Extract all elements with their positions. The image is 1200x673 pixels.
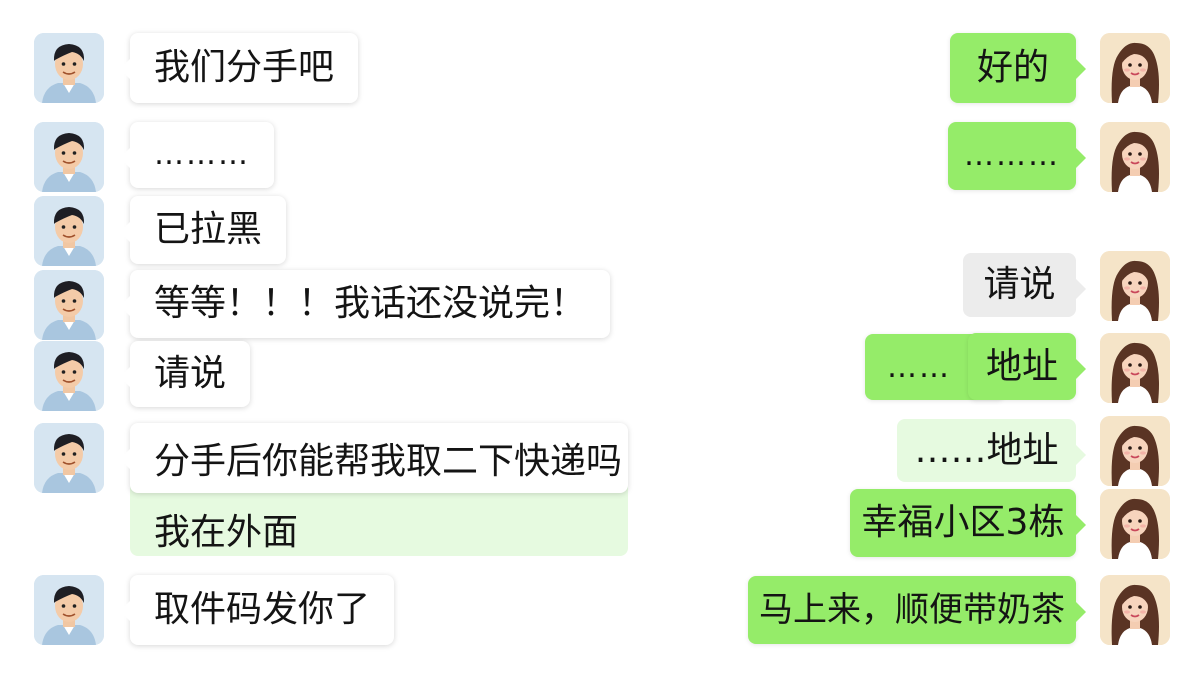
message-bubble[interactable]: ……地址 bbox=[897, 419, 1086, 482]
message-bubble[interactable]: 请说 bbox=[119, 341, 251, 407]
message-bubble[interactable]: 地址 bbox=[968, 333, 1086, 400]
woman-avatar-icon[interactable] bbox=[1100, 251, 1170, 321]
man-avatar-icon[interactable] bbox=[34, 33, 104, 103]
woman-avatar-icon[interactable] bbox=[1100, 416, 1170, 486]
woman-avatar-icon[interactable] bbox=[1100, 122, 1170, 192]
message-bubble[interactable]: ……… bbox=[120, 122, 274, 188]
message-text: 请说 bbox=[154, 353, 227, 394]
message-text: 请说 bbox=[983, 264, 1056, 305]
message-bubble-combined[interactable]: 分手后你能帮我取二下快递吗 我在外面 bbox=[120, 423, 628, 556]
message-bubble[interactable]: 请说 bbox=[963, 253, 1086, 317]
message-text: 马上来，顺便带奶茶 bbox=[759, 590, 1065, 630]
message-bubble[interactable]: 幸福小区3栋 bbox=[850, 489, 1086, 557]
message-bubble[interactable]: 取件码发你了 bbox=[119, 575, 395, 645]
message-text: 地址 bbox=[986, 345, 1059, 387]
message-text: 我们分手吧 bbox=[154, 47, 335, 88]
message-bubble[interactable]: 马上来，顺便带奶茶 bbox=[748, 576, 1086, 644]
message-text: 我在外面 bbox=[154, 512, 299, 553]
message-bubble[interactable]: ……… bbox=[948, 122, 1086, 190]
message-text: ……地址 bbox=[914, 429, 1059, 471]
message-text: 分手后你能帮我取二下快递吗 bbox=[154, 441, 623, 482]
man-avatar-icon[interactable] bbox=[34, 196, 104, 266]
man-avatar-icon[interactable] bbox=[34, 341, 104, 411]
man-avatar-icon[interactable] bbox=[34, 270, 104, 340]
message-text: ……… bbox=[154, 137, 250, 172]
man-avatar-icon[interactable] bbox=[34, 122, 104, 192]
message-text: 幸福小区3栋 bbox=[861, 502, 1065, 543]
man-avatar-icon[interactable] bbox=[34, 575, 104, 645]
message-text: 等等！！！我话还没说完！ bbox=[154, 283, 587, 324]
woman-avatar-icon[interactable] bbox=[1100, 33, 1170, 103]
message-bubble[interactable]: 等等！！！我话还没说完！ bbox=[119, 270, 611, 338]
message-text: …… bbox=[887, 349, 951, 385]
message-text: 已拉黑 bbox=[154, 209, 263, 250]
message-text: ……… bbox=[964, 138, 1060, 173]
woman-avatar-icon[interactable] bbox=[1100, 489, 1170, 559]
message-bubble[interactable]: 我们分手吧 bbox=[119, 33, 359, 103]
woman-avatar-icon[interactable] bbox=[1100, 333, 1170, 403]
message-text: 取件码发你了 bbox=[154, 589, 371, 630]
message-text: 好的 bbox=[976, 47, 1049, 88]
message-bubble[interactable]: 好的 bbox=[950, 33, 1086, 103]
message-bubble[interactable]: 已拉黑 bbox=[119, 196, 287, 264]
message-bubble[interactable]: 分手后你能帮我取二下快递吗 bbox=[120, 423, 628, 493]
woman-avatar-icon[interactable] bbox=[1100, 575, 1170, 645]
man-avatar-icon[interactable] bbox=[34, 423, 104, 493]
